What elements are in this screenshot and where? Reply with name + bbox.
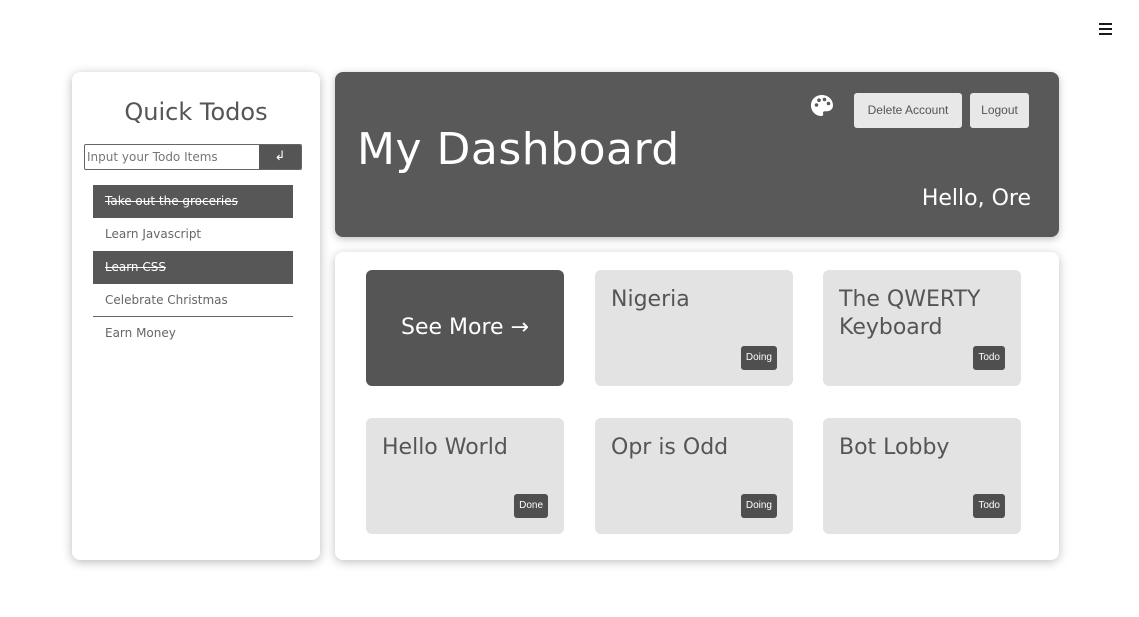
project-title: Opr is Odd <box>611 435 729 460</box>
quick-todos-panel: Quick Todos ↲ Take out the groceries Lea… <box>72 72 320 560</box>
page-title: My Dashboard <box>357 124 680 175</box>
todo-item[interactable]: Learn Javascript <box>93 218 293 251</box>
menu-line <box>1099 28 1112 30</box>
project-card[interactable]: Bot Lobby Todo <box>823 418 1021 534</box>
palette-icon-graphic <box>811 95 833 116</box>
dashboard-header: My Dashboard Delete Account Logout Hello… <box>335 72 1059 237</box>
user-greeting: Hello, Ore <box>921 186 1031 211</box>
status-badge: Todo <box>973 494 1005 518</box>
project-title: Hello World <box>382 435 508 460</box>
logout-button[interactable]: Logout <box>970 93 1029 128</box>
status-badge: Done <box>514 494 548 518</box>
project-card[interactable]: The QWERTY Keyboard Todo <box>823 270 1021 386</box>
todo-item[interactable]: Celebrate Christmas <box>93 284 293 317</box>
project-card[interactable]: Opr is Odd Doing <box>595 418 793 534</box>
todo-submit-button[interactable]: ↲ <box>259 145 301 169</box>
todo-item[interactable]: Earn Money <box>93 317 293 350</box>
project-card[interactable]: Hello World Done <box>366 418 564 534</box>
quick-todos-title: Quick Todos <box>124 98 268 126</box>
see-more-label: See More → <box>401 315 529 340</box>
project-title: The QWERTY Keyboard <box>839 287 981 340</box>
palette-icon[interactable] <box>809 93 835 119</box>
project-title: Bot Lobby <box>839 435 950 460</box>
todo-list: Take out the groceries Learn Javascript … <box>93 185 293 350</box>
delete-account-button[interactable]: Delete Account <box>854 93 962 128</box>
menu-line <box>1099 23 1112 25</box>
status-badge: Todo <box>973 346 1005 370</box>
project-card[interactable]: Nigeria Doing <box>595 270 793 386</box>
todo-item[interactable]: Take out the groceries <box>93 185 293 218</box>
menu-line <box>1099 33 1112 35</box>
project-board: See More → Nigeria Doing The QWERTY Keyb… <box>335 252 1059 560</box>
hamburger-menu-icon[interactable] <box>1098 20 1114 36</box>
todo-input[interactable] <box>85 145 257 169</box>
status-badge: Doing <box>740 346 777 370</box>
status-badge: Doing <box>740 494 777 518</box>
enter-icon: ↲ <box>274 149 286 164</box>
todo-form: ↲ <box>84 144 302 170</box>
project-title: Nigeria <box>611 287 690 312</box>
see-more-card[interactable]: See More → <box>366 270 564 386</box>
todo-item[interactable]: Learn CSS <box>93 251 293 284</box>
